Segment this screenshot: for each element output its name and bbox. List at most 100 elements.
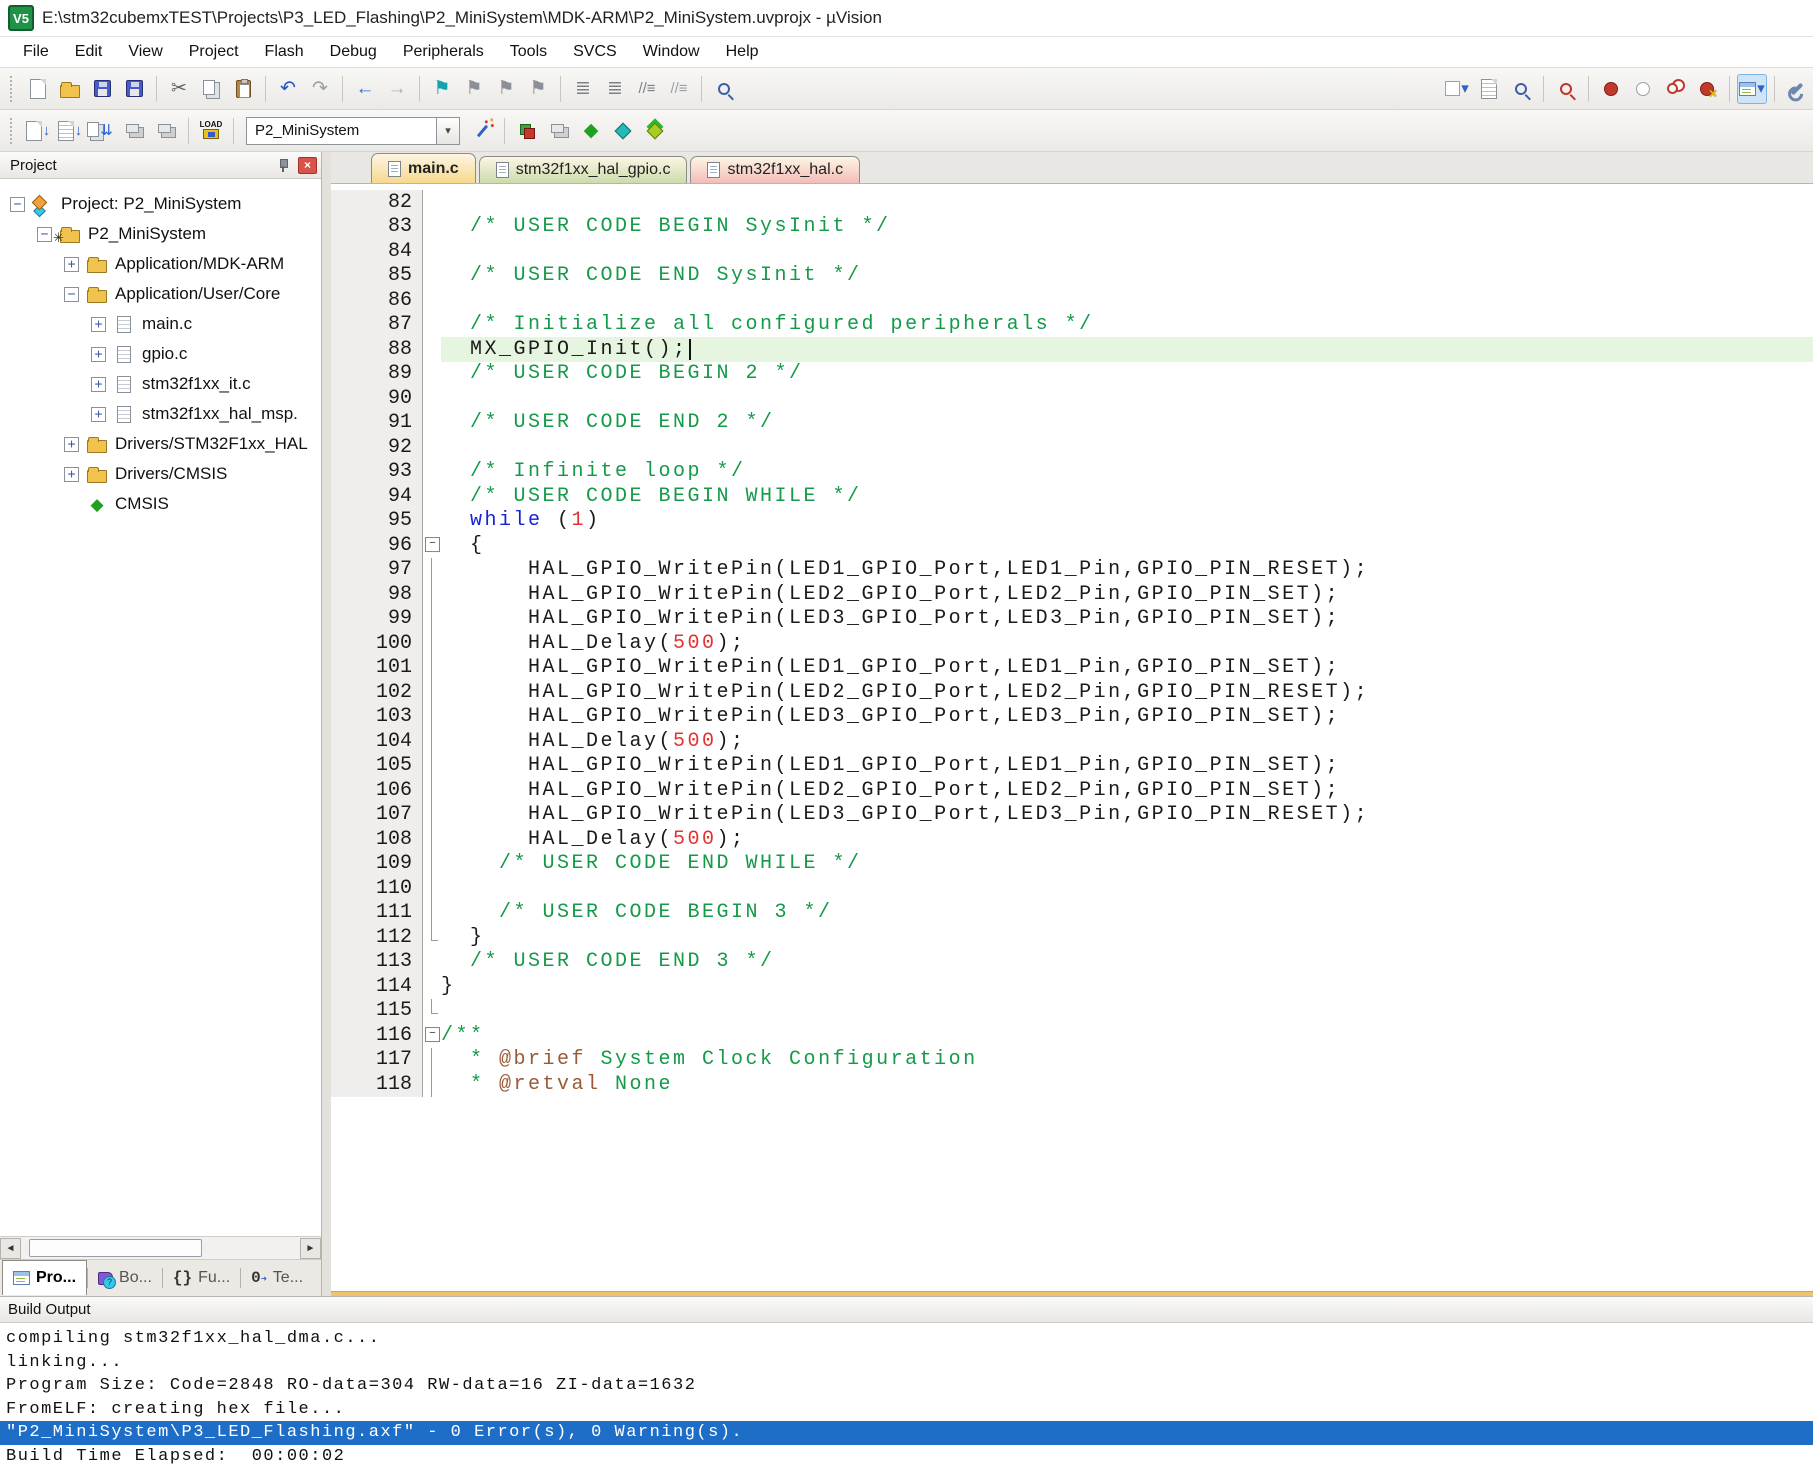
cut-button[interactable]: ✂ [164,74,194,104]
toolbar-grip[interactable] [10,75,16,102]
menu-window[interactable]: Window [630,39,713,65]
code-line[interactable]: 92 [331,435,1813,460]
tree-expander[interactable]: + [91,316,106,332]
menu-svcs[interactable]: SVCS [560,39,630,65]
scroll-track[interactable] [21,1237,300,1259]
tree-item-project-p2-minisystem[interactable]: − Project: P2_MiniSystem [0,189,321,219]
code-line[interactable]: 103 HAL_GPIO_WritePin(LED3_GPIO_Port,LED… [331,704,1813,730]
code-line[interactable]: 117 * @brief System Clock Configuration [331,1047,1813,1072]
code-line[interactable]: 108 HAL_Delay(500); [331,827,1813,852]
stop-build-button[interactable] [151,116,181,146]
menu-flash[interactable]: Flash [252,39,317,65]
target-dropdown-button[interactable]: ▾ [436,116,460,145]
tree-item-application-user-core[interactable]: − Application/User/Core [0,279,321,309]
file-extensions-button[interactable] [544,116,574,146]
tree-expander[interactable]: − [10,196,25,212]
code-line[interactable]: 115 [331,998,1813,1024]
code-line[interactable]: 104 HAL_Delay(500); [331,729,1813,754]
code-line[interactable]: 105 HAL_GPIO_WritePin(LED1_GPIO_Port,LED… [331,753,1813,779]
rebuild-button[interactable]: ⇊ [87,116,117,146]
build-output-line[interactable]: linking... [0,1351,1813,1375]
code-text[interactable]: { [441,533,1813,558]
copy-button[interactable] [196,74,226,104]
fold-margin[interactable] [423,533,441,558]
code-text[interactable]: } [441,925,1813,950]
code-line[interactable]: 86 [331,288,1813,313]
code-text[interactable]: /** [441,1023,1813,1048]
tree-item-cmsis[interactable]: ◆ CMSIS [0,489,321,519]
code-text[interactable] [441,288,1813,313]
code-text[interactable] [441,999,1813,1024]
code-line[interactable]: 113 /* USER CODE END 3 */ [331,949,1813,974]
code-line[interactable]: 89 /* USER CODE BEGIN 2 */ [331,361,1813,387]
code-text[interactable]: HAL_GPIO_WritePin(LED1_GPIO_Port,LED1_Pi… [441,754,1813,779]
menu-view[interactable]: View [115,39,175,65]
code-text[interactable]: /* USER CODE BEGIN 3 */ [441,901,1813,926]
menu-tools[interactable]: Tools [497,39,560,65]
tree-item-stm32f1xx-it-c[interactable]: + stm32f1xx_it.c [0,369,321,399]
code-line[interactable]: 102 HAL_GPIO_WritePin(LED2_GPIO_Port,LED… [331,680,1813,705]
tree-item-p2-minisystem[interactable]: − ✳ P2_MiniSystem [0,219,321,249]
code-text[interactable]: HAL_GPIO_WritePin(LED3_GPIO_Port,LED3_Pi… [441,705,1813,730]
scroll-thumb[interactable] [29,1238,202,1257]
code-line[interactable]: 99 HAL_GPIO_WritePin(LED3_GPIO_Port,LED3… [331,606,1813,631]
code-text[interactable]: HAL_GPIO_WritePin(LED2_GPIO_Port,LED2_Pi… [441,680,1813,705]
menu-file[interactable]: File [10,39,62,65]
code-text[interactable] [441,190,1813,215]
code-line[interactable]: 112 } [331,925,1813,950]
toolbar-grip[interactable] [10,117,16,144]
editor-tab-stm32f1xx_hal_gpio-c[interactable]: stm32f1xx_hal_gpio.c [478,156,688,183]
insert-bookmark-button[interactable]: ⚑ [427,74,457,104]
show-current-statement-button[interactable] [1551,74,1581,104]
code-line[interactable]: 96 { [331,533,1813,558]
select-software-packs-button[interactable] [608,116,638,146]
code-line[interactable]: 90 [331,386,1813,411]
code-text[interactable]: HAL_GPIO_WritePin(LED2_GPIO_Port,LED2_Pi… [441,778,1813,803]
code-editor[interactable]: 82 83 /* USER CODE BEGIN SysInit */84 85 /… [331,184,1813,1291]
tree-expander[interactable]: + [64,436,79,452]
build-output-line[interactable]: compiling stm32f1xx_hal_dma.c... [0,1327,1813,1351]
outdent-button[interactable]: ≣ [568,74,598,104]
code-text[interactable]: MX_GPIO_Init(); [441,337,1813,362]
code-text[interactable]: HAL_GPIO_WritePin(LED3_GPIO_Port,LED3_Pi… [441,803,1813,828]
code-line[interactable]: 83 /* USER CODE BEGIN SysInit */ [331,214,1813,239]
tree-expander[interactable]: + [91,406,106,422]
menu-debug[interactable]: Debug [317,39,390,65]
clear-bookmarks-button[interactable]: ⚑ [523,74,553,104]
manage-rte-button[interactable] [512,116,542,146]
code-line[interactable]: 111 /* USER CODE BEGIN 3 */ [331,900,1813,926]
code-line[interactable]: 106 HAL_GPIO_WritePin(LED2_GPIO_Port,LED… [331,778,1813,803]
code-text[interactable]: HAL_GPIO_WritePin(LED2_GPIO_Port,LED2_Pi… [441,582,1813,607]
code-line[interactable]: 109 /* USER CODE END WHILE */ [331,851,1813,877]
code-text[interactable]: /* USER CODE END 2 */ [441,411,1813,436]
scroll-right-arrow[interactable]: ► [300,1237,321,1259]
code-text[interactable]: HAL_GPIO_WritePin(LED1_GPIO_Port,LED1_Pi… [441,558,1813,583]
close-panel-button[interactable]: × [298,156,317,174]
code-text[interactable]: /* Infinite loop */ [441,460,1813,485]
fold-margin[interactable] [423,1023,441,1048]
menu-edit[interactable]: Edit [62,39,116,65]
tree-item-stm32f1xx-hal-msp-[interactable]: + stm32f1xx_hal_msp. [0,399,321,429]
code-text[interactable] [441,435,1813,460]
target-select-value[interactable]: P2_MiniSystem [246,116,436,145]
open-file-button[interactable] [55,74,85,104]
incremental-find-button[interactable] [1506,74,1536,104]
download-button[interactable]: LOAD [196,116,226,146]
code-text[interactable]: /* Initialize all configured peripherals… [441,313,1813,338]
scroll-left-arrow[interactable]: ◄ [0,1237,21,1259]
panel-splitter[interactable] [322,152,331,1296]
code-text[interactable] [441,876,1813,901]
build-output-line[interactable]: FromELF: creating hex file... [0,1398,1813,1422]
code-text[interactable]: /* USER CODE BEGIN 2 */ [441,362,1813,387]
save-button[interactable] [87,74,117,104]
tree-expander[interactable]: − [37,226,52,242]
menu-peripherals[interactable]: Peripherals [390,39,497,65]
code-text[interactable]: /* USER CODE END WHILE */ [441,852,1813,877]
debug-target-checkbox[interactable]: ▾ [1442,74,1472,104]
menu-project[interactable]: Project [176,39,252,65]
code-text[interactable]: /* USER CODE BEGIN WHILE */ [441,484,1813,509]
manage-components-button[interactable] [640,116,670,146]
code-text[interactable] [441,386,1813,411]
code-text[interactable] [441,239,1813,264]
code-text[interactable]: /* USER CODE END SysInit */ [441,264,1813,289]
